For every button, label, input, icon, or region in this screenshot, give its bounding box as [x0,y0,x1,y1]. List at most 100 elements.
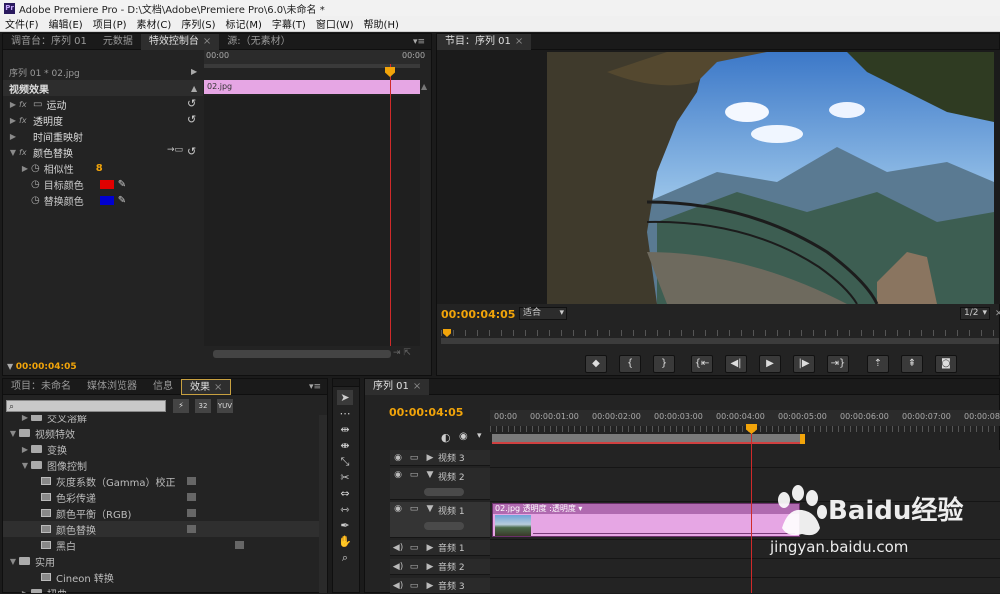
snap-icon[interactable]: ◐ [441,431,451,444]
tree-effect-cineon[interactable]: Cineon 转换 [41,569,114,585]
ripple-edit-tool-icon[interactable]: ⇹ [337,422,353,437]
effect-controls-timecode[interactable]: 00:00:04:05 [16,362,77,372]
stopwatch-icon[interactable]: ◷ [31,195,40,206]
panel-menu-icon[interactable]: ▾≡ [309,382,321,392]
track-header-audio2[interactable]: ◀) ▭ ▶ 音频 2 [390,559,490,575]
similarity-value[interactable]: 8 [96,163,103,174]
scroll-up-icon[interactable]: ▲ [191,84,197,93]
tab-audio-mixer[interactable]: 调音台：序列 01 [3,34,95,50]
fit-select[interactable]: 适合 ▾ [519,307,567,320]
eye-icon[interactable]: ◉ [390,470,406,480]
expand-arrow-icon[interactable]: ▶ [19,164,31,173]
tab-program[interactable]: 节目：序列 01 × [437,33,532,50]
timeline-ruler[interactable]: 00:00 00:00:01:00 00:00:02:00 00:00:03:0… [490,410,1000,426]
slide-tool-icon[interactable]: ⇿ [337,502,353,517]
rolling-edit-tool-icon[interactable]: ⇼ [337,438,353,453]
go-to-out-button[interactable]: ⇥} [827,355,849,373]
tree-folder-transform[interactable]: ▶ 变换 [19,441,67,457]
set-marker-icon[interactable]: ◉ [459,431,468,442]
program-scrub-ruler[interactable] [441,330,999,336]
menu-help[interactable]: 帮助(H) [364,16,399,31]
export-frame-button[interactable]: ◙ [935,355,957,373]
reset-icon[interactable]: ↺ [187,97,196,110]
menu-project[interactable]: 项目(P) [93,16,127,31]
clip-bar[interactable]: 02.jpg [204,80,420,94]
tree-folder-image-control[interactable]: ▼ 图像控制 [19,457,87,473]
tab-media-browser[interactable]: 媒体浏览器 [79,379,145,395]
selection-tool-icon[interactable]: ➤ [337,390,353,405]
expand-arrow-icon[interactable]: ▶ [422,562,438,572]
eye-icon[interactable]: ◉ [390,453,406,463]
tab-source[interactable]: 源:（无素材） [219,34,298,50]
tree-folder-distort[interactable]: ▶ 扭曲 [19,585,67,593]
expand-arrow-icon[interactable]: ▶ [422,581,438,591]
track-header-video3[interactable]: ◉ ▭ ▶ 视频 3 [390,450,490,466]
marker-icon[interactable]: ▾ [477,431,482,441]
razor-tool-icon[interactable]: ✂ [337,470,353,485]
tree-effect-color-pass[interactable]: 色彩传递 [41,489,96,505]
tab-sequence[interactable]: 序列 01 × [365,378,430,395]
stopwatch-icon[interactable]: ◷ [31,163,40,174]
keyframe-area[interactable] [204,96,420,346]
close-icon[interactable]: × [515,36,523,47]
tree-effect-gamma[interactable]: 灰度系数（Gamma）校正 [41,473,176,489]
go-to-in-button[interactable]: {⇤ [691,355,713,373]
tree-effect-black-white[interactable]: 黑白 [41,537,76,553]
expand-arrow-icon[interactable]: ▶ [7,116,19,125]
tab-project[interactable]: 项目：未命名 [3,379,79,395]
fx-icon[interactable]: fx [19,116,33,125]
collapse-arrow-icon[interactable]: ▼ [7,148,19,157]
track-header-video1[interactable]: ◉ ▭ ▼ 视频 1 [390,502,490,538]
fx-icon[interactable]: fx [19,148,33,157]
mark-out-button[interactable]: } [653,355,675,373]
slip-tool-icon[interactable]: ⇔ [337,486,353,501]
collapse-arrow-icon[interactable]: ▼ [422,470,438,480]
speaker-icon[interactable]: ◀) [390,543,406,553]
program-zoom-bar[interactable] [441,338,999,344]
rate-stretch-tool-icon[interactable]: ⤡ [337,454,353,469]
tree-folder-utility[interactable]: ▼ 实用 [7,553,55,569]
lift-button[interactable]: ⇡ [867,355,889,373]
effect-timeline-ruler[interactable]: 00:00 00:00 [204,50,425,64]
collapse-arrow-icon[interactable]: ▼ [422,504,438,514]
menu-title[interactable]: 字幕(T) [272,16,306,31]
play-button[interactable]: ▶ [759,355,781,373]
tree-scrollbar[interactable] [319,415,327,593]
work-area-end-handle[interactable] [800,434,805,444]
expand-arrow-icon[interactable]: ▶ [422,453,438,463]
effect-row-opacity[interactable]: ▶ fx 透明度 [7,112,63,128]
playhead-handle-icon[interactable] [385,67,395,77]
accelerated-effects-button[interactable]: ⚡ [173,399,189,413]
keyframe-nav-icon[interactable] [424,522,464,530]
tree-folder-video-effects[interactable]: ▼ 视频特效 [7,425,75,441]
effect-row-color-replace[interactable]: ▼ fx 颜色替换 [7,144,73,160]
settings-wrench-icon[interactable]: ✕ [995,309,1000,319]
video-clip[interactable]: 02.jpg 透明度 :透明度 ▾ [492,503,800,537]
mask-icon[interactable]: →▭ [167,145,183,155]
playback-icon[interactable]: ⇥ ⇱ [393,348,411,358]
reset-icon[interactable]: ↺ [187,113,196,126]
32bit-effects-button[interactable]: 32 [195,399,211,413]
zoom-tool-icon[interactable]: ⌕ [337,550,353,565]
timeline-timecode[interactable]: 00:00:04:05 [389,406,463,419]
lock-icon[interactable]: ▭ [406,504,422,514]
step-forward-button[interactable]: |▶ [793,355,815,373]
panel-menu-icon[interactable]: ▾≡ [413,37,425,47]
tab-effect-controls[interactable]: 特效控制台 × [140,33,220,50]
tree-effect-color-replace[interactable]: 颜色替换 [3,521,319,537]
keyframe-nav-icon[interactable] [424,488,464,496]
expand-arrow-icon[interactable]: ▶ [422,543,438,553]
close-icon[interactable]: × [203,36,211,47]
close-icon[interactable]: × [413,381,421,392]
close-icon[interactable]: × [214,382,222,393]
lock-icon[interactable]: ▭ [406,453,422,463]
eye-icon[interactable]: ◉ [390,504,406,514]
play-only-icon[interactable]: ▶ [191,67,197,76]
expand-arrow-icon[interactable]: ▶ [7,100,19,109]
effects-search-input[interactable]: ⌕ [6,400,166,412]
step-back-button[interactable]: ◀| [725,355,747,373]
tree-folder-cross-dissolve[interactable]: ▶ 交叉溶解 [19,415,87,425]
work-area-bar[interactable] [492,434,804,444]
target-color-swatch[interactable] [99,179,114,189]
zoom-scrollbar[interactable] [213,350,391,358]
